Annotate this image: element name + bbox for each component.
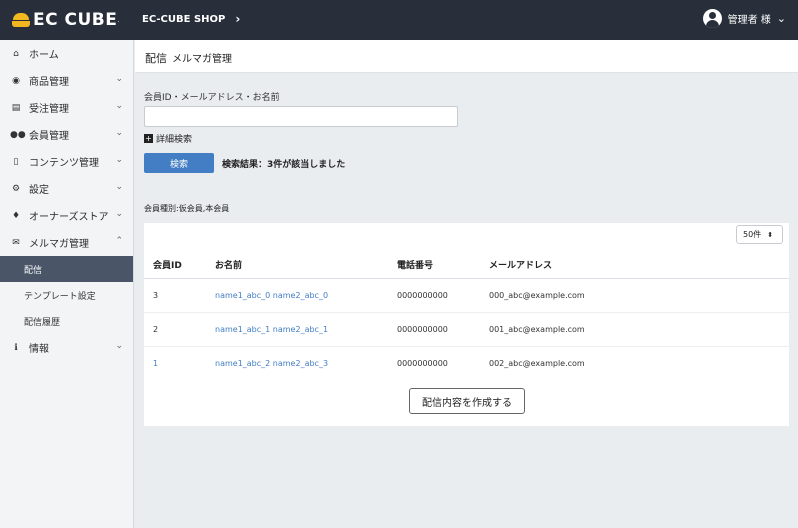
chevron-down-icon: ⌄ xyxy=(115,341,123,351)
search-label: 会員ID・メールアドレス・お名前 xyxy=(144,93,280,103)
home-icon: ⌂ xyxy=(13,48,19,59)
sidebar-item-label: 会員管理 xyxy=(29,131,69,142)
page-title-text: 配信 xyxy=(145,52,167,65)
cell-email: 001_abc@example.com xyxy=(489,312,789,347)
sidebar: ⌂ ホーム ◉ 商品管理 ⌄ ▤ 受注管理 ⌄ ●● 会員管理 ⌄ ▯ コンテン… xyxy=(0,40,134,528)
chevron-down-icon: ⌄ xyxy=(115,128,123,138)
user-menu[interactable]: 管理者 様 ⌄ xyxy=(702,9,786,28)
cell-phone: 0000000000 xyxy=(397,358,448,368)
table-header-row: 会員ID お名前 電話番号 メールアドレス xyxy=(144,252,789,279)
create-delivery-button[interactable]: 配信内容を作成する xyxy=(409,388,525,414)
cell-id: 2 xyxy=(144,312,215,347)
sidebar-item-label: メルマガ管理 xyxy=(29,239,89,250)
plus-square-icon: + xyxy=(144,134,153,143)
sidebar-item-info[interactable]: ℹ 情報 ⌄ xyxy=(0,334,133,361)
cart-icon: ▤ xyxy=(11,102,21,113)
cell-id: 3 xyxy=(144,278,215,313)
user-name: 管理者 様 xyxy=(727,15,771,26)
gear-icon: ⚙ xyxy=(11,183,21,194)
sidebar-subitem-template[interactable]: テンプレート設定 xyxy=(0,282,133,308)
sidebar-item-contents[interactable]: ▯ コンテンツ管理 ⌄ xyxy=(0,148,133,175)
col-header-id: 会員ID xyxy=(144,252,215,279)
sidebar-item-settings[interactable]: ⚙ 設定 ⌄ xyxy=(0,175,133,202)
page-title-bar: 配信 メルマガ管理 xyxy=(135,40,798,73)
per-page-value: 50件 xyxy=(743,230,762,239)
sort-caret-icon: ⬍ xyxy=(767,230,774,239)
chevron-down-icon: ⌄ xyxy=(115,209,123,219)
chevron-down-icon: ⌄ xyxy=(115,74,123,84)
chevron-down-icon: ⌄ xyxy=(115,101,123,111)
chevron-right-icon: › xyxy=(235,12,241,26)
page-subtitle: メルマガ管理 xyxy=(172,54,232,65)
sidebar-item-products[interactable]: ◉ 商品管理 ⌄ xyxy=(0,67,133,94)
top-header: EC CUBE. EC-CUBE SHOP › 管理者 様 ⌄ xyxy=(0,0,798,40)
sidebar-item-owners-store[interactable]: ♦ オーナーズストア ⌄ xyxy=(0,202,133,229)
sidebar-item-label: コンテンツ管理 xyxy=(29,158,99,169)
plug-icon: ♦ xyxy=(11,210,21,221)
logo-text: EC CUBE xyxy=(33,10,118,30)
sidebar-item-label: オーナーズストア xyxy=(29,212,109,223)
cell-phone: 0000000000 xyxy=(397,278,489,313)
search-button[interactable]: 検索 xyxy=(144,153,214,173)
shop-name: EC-CUBE SHOP xyxy=(142,13,226,25)
search-input[interactable] xyxy=(144,106,458,127)
info-icon: ℹ xyxy=(14,342,18,353)
cube-icon: ◉ xyxy=(12,75,20,86)
customer-name-link[interactable]: name1_abc_2 name2_abc_3 xyxy=(215,359,328,368)
sidebar-item-customers[interactable]: ●● 会員管理 ⌄ xyxy=(0,121,133,148)
sidebar-subitem-history[interactable]: 配信履歴 xyxy=(0,308,133,334)
chevron-down-icon: ⌄ xyxy=(115,155,123,165)
cube-logo-icon xyxy=(12,12,30,28)
cell-email: 000_abc@example.com xyxy=(489,278,789,313)
search-result-text: 検索結果：3件が該当しました xyxy=(222,160,346,170)
sidebar-item-label: ホーム xyxy=(29,50,59,61)
sidebar-item-label: 情報 xyxy=(29,344,49,355)
advanced-search-toggle[interactable]: + 詳細検索 xyxy=(144,132,192,145)
cell-id[interactable]: 1 xyxy=(153,359,158,368)
sidebar-item-orders[interactable]: ▤ 受注管理 ⌄ xyxy=(0,94,133,121)
col-header-email: メールアドレス xyxy=(489,252,789,279)
user-avatar-icon xyxy=(702,9,722,28)
sidebar-item-label: 設定 xyxy=(29,185,49,196)
table-row: 3 name1_abc_0 name2_abc_0 0000000000 000… xyxy=(144,278,789,313)
shop-link[interactable]: EC-CUBE SHOP › xyxy=(142,12,240,26)
file-icon: ▯ xyxy=(13,156,19,167)
users-icon: ●● xyxy=(10,129,26,140)
advanced-search-label: 詳細検索 xyxy=(156,135,193,145)
sidebar-item-label: 商品管理 xyxy=(29,77,69,88)
sidebar-subitem-delivery[interactable]: 配信 xyxy=(0,256,133,282)
member-type-text: 会員種別:仮会員,本会員 xyxy=(144,204,230,213)
chevron-up-icon: ⌃ xyxy=(115,236,123,246)
page-title: 配信 メルマガ管理 xyxy=(145,50,232,66)
cell-email: 002_abc@example.com xyxy=(489,358,585,368)
col-header-name: お名前 xyxy=(215,252,397,279)
customer-name-link[interactable]: name1_abc_1 name2_abc_1 xyxy=(215,325,328,334)
chevron-down-icon: ⌄ xyxy=(115,182,123,192)
col-header-phone: 電話番号 xyxy=(397,252,489,279)
sidebar-item-home[interactable]: ⌂ ホーム xyxy=(0,40,133,67)
table-row: 2 name1_abc_1 name2_abc_1 0000000000 001… xyxy=(144,312,789,347)
per-page-select[interactable]: 50件 ⬍ xyxy=(736,225,783,244)
customer-table: 会員ID お名前 電話番号 メールアドレス 3 name1_abc_0 name… xyxy=(144,252,789,380)
sidebar-item-mailmagazine[interactable]: ✉ メルマガ管理 ⌃ xyxy=(0,229,133,256)
sidebar-item-label: 受注管理 xyxy=(29,104,69,115)
customer-name-link[interactable]: name1_abc_0 name2_abc_0 xyxy=(215,291,328,300)
envelope-icon: ✉ xyxy=(12,237,20,248)
ec-cube-logo[interactable]: EC CUBE. xyxy=(12,9,119,31)
chevron-down-icon: ⌄ xyxy=(776,12,786,25)
table-row: 1 name1_abc_2 name2_abc_3 0000000000 002… xyxy=(144,346,789,380)
cell-phone: 0000000000 xyxy=(397,312,489,347)
